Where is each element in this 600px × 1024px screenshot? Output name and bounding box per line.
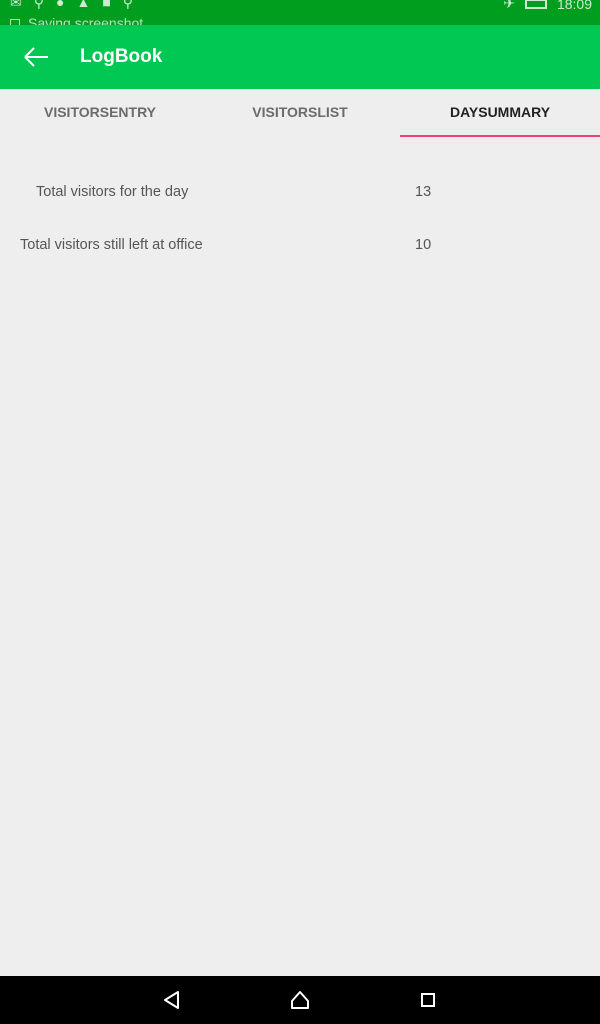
status-bar: ✉ ⚲ ● ▲ ■ ⚲ Saving screenshot ✈ 18:09: [0, 0, 600, 25]
battery-icon: [524, 0, 547, 9]
airplane-icon: ✈: [503, 0, 515, 11]
status-icons-left: ✉ ⚲ ● ▲ ■ ⚲: [10, 0, 133, 11]
total-visitors-label: Total visitors for the day: [36, 184, 189, 200]
usb-icon: ⚲: [33, 0, 44, 10]
status-time: 18:09: [556, 0, 592, 12]
back-button[interactable]: [18, 41, 54, 73]
notification-text: Saving screenshot: [28, 15, 144, 25]
tab-visitors-list[interactable]: VISITORSLIST: [200, 89, 400, 137]
visitors-left-value: 10: [415, 237, 432, 253]
visitors-left-label: Total visitors still left at office: [20, 237, 203, 253]
app-title: LogBook: [80, 46, 163, 67]
home-icon: [291, 991, 309, 1009]
back-triangle-icon: [164, 991, 179, 1009]
tab-day-summary[interactable]: DAYSUMMARY: [400, 89, 600, 137]
status-notification: Saving screenshot: [10, 15, 143, 25]
nav-back-button[interactable]: [160, 988, 184, 1012]
warning-icon: ▲: [76, 0, 91, 10]
recents-square-icon: [421, 993, 435, 1007]
lock-icon: ■: [102, 0, 111, 10]
tab-bar: VISITORSENTRY VISITORSLIST DAYSUMMARY: [0, 89, 600, 137]
nav-recents-button[interactable]: [416, 988, 440, 1012]
navigation-bar: [0, 976, 600, 1024]
total-visitors-value: 13: [415, 184, 432, 200]
nav-home-button[interactable]: [288, 988, 312, 1012]
app-bar: LogBook: [0, 25, 600, 89]
tab-visitors-entry[interactable]: VISITORSENTRY: [0, 89, 200, 137]
android-icon: ●: [56, 0, 65, 10]
gmail-icon: ✉: [10, 0, 22, 10]
status-icons-right: ✈ 18:09: [503, 0, 592, 12]
usb-icon: ⚲: [122, 0, 134, 10]
arrow-back-icon: [24, 47, 48, 67]
